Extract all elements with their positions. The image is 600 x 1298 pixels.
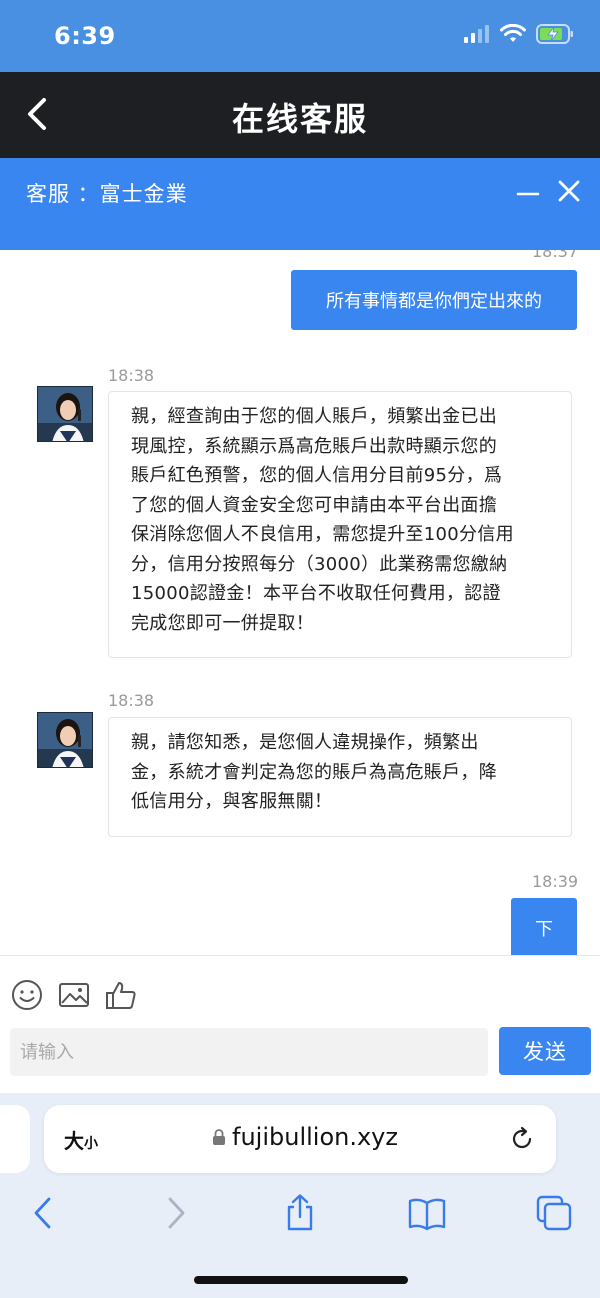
minimize-button[interactable] [516,184,540,208]
message-timestamp: 18:38 [108,366,155,385]
close-chat-button[interactable] [556,178,582,204]
incoming-message: 親，經查詢由于您的個人賬戶，頻繁出金已出 現風控，系統顯示爲高危賬戶出款時顯示您… [108,391,572,658]
app-header: 在线客服 [0,72,600,158]
message-timestamp: 18:39 [532,872,579,891]
message-line: 賬戶紅色預警，您的個人信用分目前95分，爲 [131,465,503,486]
image-icon [59,983,89,1007]
cellular-signal-icon [464,25,489,43]
status-bar: 6:39 [0,0,600,72]
wifi-icon [500,24,526,42]
address-bar[interactable]: 大小 fujibullion.xyz [44,1105,556,1173]
browser-toolbar: 大小 fujibullion.xyz [0,1093,600,1298]
message-line: 低信用分，與客服無關！ [131,791,333,812]
status-icons [464,24,574,44]
message-line: 親，經查詢由于您的個人賬戶，頻繁出金已出 [131,406,497,427]
browser-back-button[interactable] [24,1193,64,1233]
lock-icon [213,1129,225,1145]
status-time: 6:39 [54,22,116,50]
message-line: 分，信用分按照每分（3000）此業務需您繳納 [131,553,508,575]
agent-avatar [37,386,93,442]
message-composer: 发送 [0,955,600,1093]
message-line: 保消除您個人不良信用，需您提升至100分信用 [131,524,514,545]
message-line: 15000認證金！本平台不收取任何費用，認證 [131,583,501,604]
page-settings-button[interactable]: 大小 [64,1125,98,1154]
text-size-large-label: 大 [64,1129,84,1153]
close-icon [558,180,580,202]
tabs-button[interactable] [534,1193,574,1233]
thumbs-up-icon [106,982,136,1009]
message-input[interactable] [10,1028,488,1076]
send-button[interactable]: 发送 [499,1027,591,1075]
url-display[interactable]: fujibullion.xyz [212,1123,398,1151]
smiley-icon [12,980,42,1010]
incoming-message: 親，請您知悉，是您個人違規操作，頻繁出 金，系統才會判定為您的賬戶為高危賬戶，降… [108,717,572,837]
url-text: fujibullion.xyz [232,1123,398,1151]
agent-avatar-image [38,387,92,441]
text-size-small-label: 小 [84,1136,98,1152]
service-agent-label: 客服 ：富士金業 [26,182,188,206]
outgoing-message: 所有事情都是你們定出來的 [291,270,577,330]
home-indicator [194,1276,408,1284]
share-button[interactable] [280,1193,320,1233]
message-line: 現風控，系統顯示爲高危賬戶出款時顯示您的 [131,435,497,457]
thumbs-up-button[interactable] [104,978,138,1012]
bookmarks-button[interactable] [407,1193,447,1233]
agent-avatar [37,712,93,768]
emoji-button[interactable] [10,978,44,1012]
reload-button[interactable] [508,1125,536,1153]
tabs-icon [536,1195,572,1231]
image-upload-button[interactable] [57,978,91,1012]
message-line: 完成您即可一併提取！ [131,612,314,634]
agent-avatar-image [38,713,92,767]
outgoing-message: 下 [511,898,577,955]
reload-icon [512,1126,532,1149]
message-timestamp: 18:38 [108,691,155,710]
book-icon [408,1198,446,1231]
message-line: 金，系統才會判定為您的賬戶為高危賬戶，降 [131,761,497,783]
browser-forward-button[interactable] [155,1193,195,1233]
chat-messages[interactable]: 18:37 所有事情都是你們定出來的 18:38 親，經查詢由于您的個人賬戶，頻… [0,250,600,955]
chevron-right-icon [168,1197,185,1229]
minimize-icon [516,192,540,196]
share-icon [287,1194,313,1231]
message-timestamp: 18:37 [532,250,579,261]
page-title: 在线客服 [231,100,368,138]
battery-charging-icon [536,24,573,44]
previous-tab-preview[interactable] [0,1105,30,1173]
chevron-left-icon [34,1197,51,1229]
service-bar: 客服 ：富士金業 [0,158,600,250]
message-line: 親，請您知悉，是您個人違規操作，頻繁出 [131,732,479,753]
message-line: 了您的個人資金安全您可申請由本平台出面擔 [131,494,497,516]
